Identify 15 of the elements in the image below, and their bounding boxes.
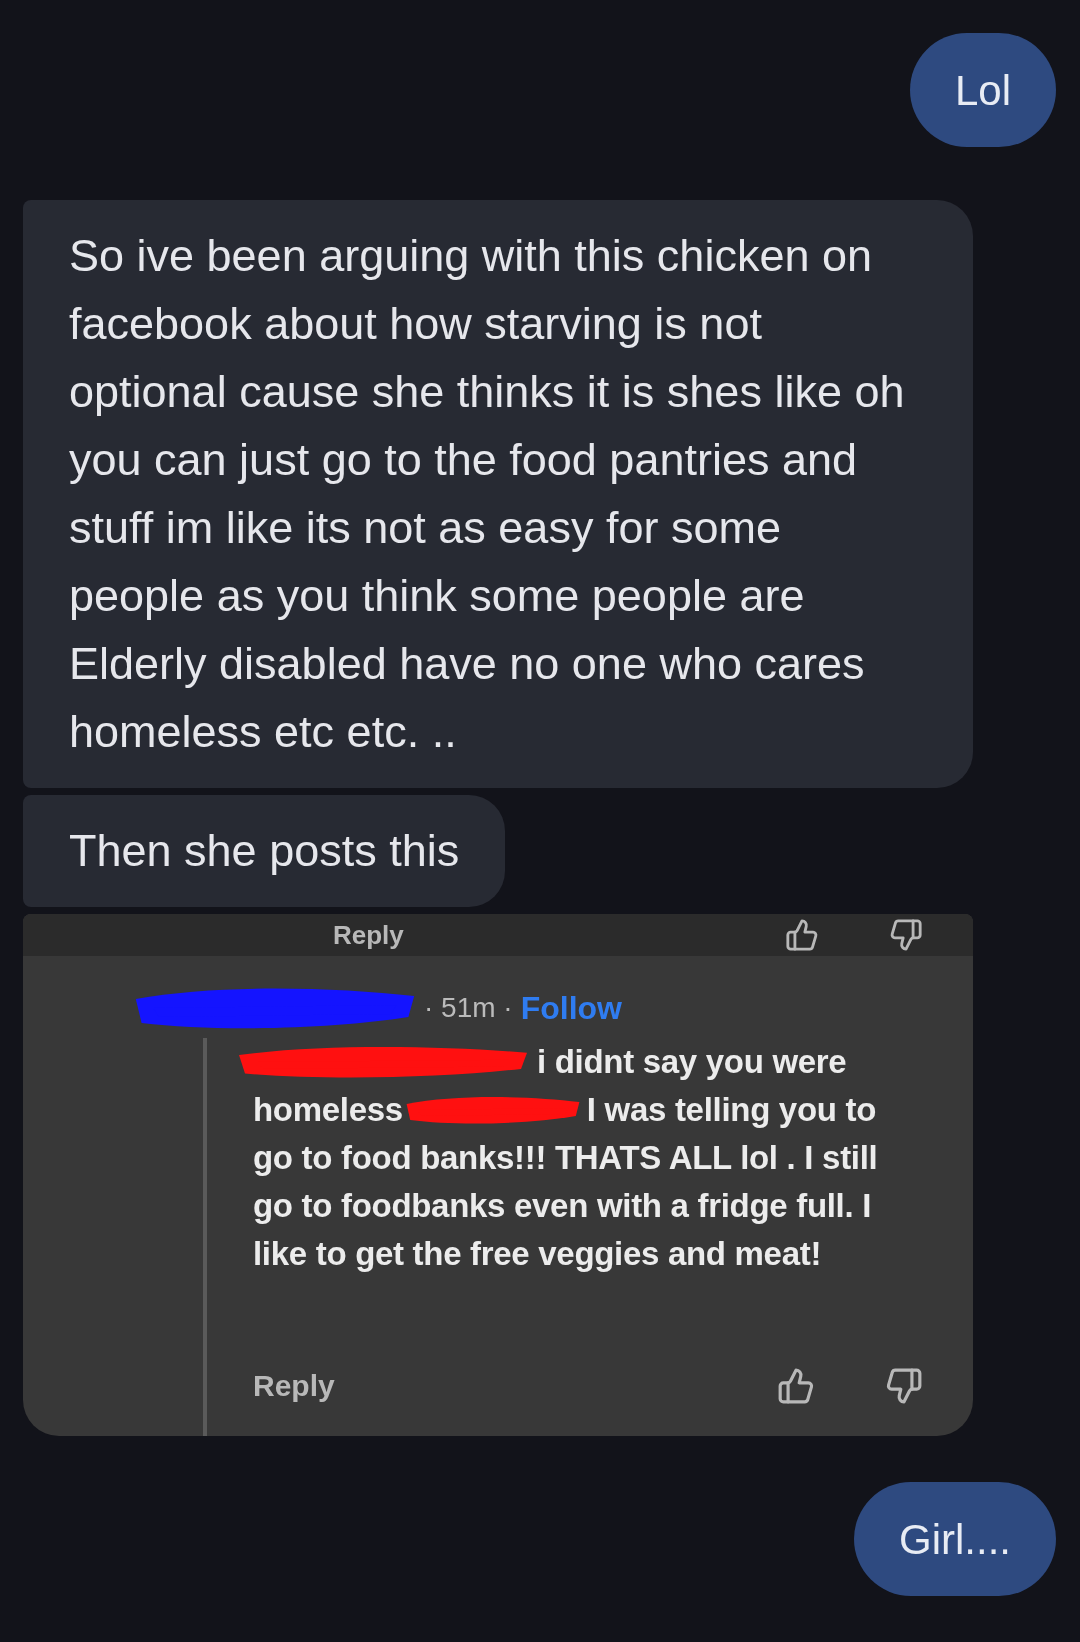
- thumbs-down-icon[interactable]: [885, 1366, 923, 1405]
- received-message: Then she posts this: [23, 795, 506, 907]
- comment-text: go to food banks!!! THATS ALL lol . I still go to foodbanks even with a fridge full. I like to get the free veggies and meat!: [253, 1138, 879, 1274]
- reply-link[interactable]: Reply: [253, 1363, 335, 1408]
- sent-message: Girl....: [854, 1482, 1056, 1596]
- reply-link[interactable]: Reply: [333, 922, 404, 948]
- comment-text: homeless: [253, 1090, 403, 1130]
- comment-text: i didnt say you were: [537, 1042, 847, 1082]
- received-message: So ive been arguing with this chicken on facebook about how starving is not optional cause she thinks it is shes like oh you can just go to the food pantries and stuff im like its not as easy for some people as you think some people are Elderly disabled have no one who cares homeless etc etc. ..: [23, 200, 973, 788]
- thumbs-up-icon[interactable]: [785, 918, 819, 952]
- sent-message: Lol: [909, 33, 1056, 147]
- thumbs-down-icon[interactable]: [889, 918, 923, 952]
- comment-text: I was telling you to: [586, 1090, 877, 1130]
- thumbs-up-icon[interactable]: [777, 1366, 815, 1405]
- timestamp: · 51m ·: [424, 991, 513, 1025]
